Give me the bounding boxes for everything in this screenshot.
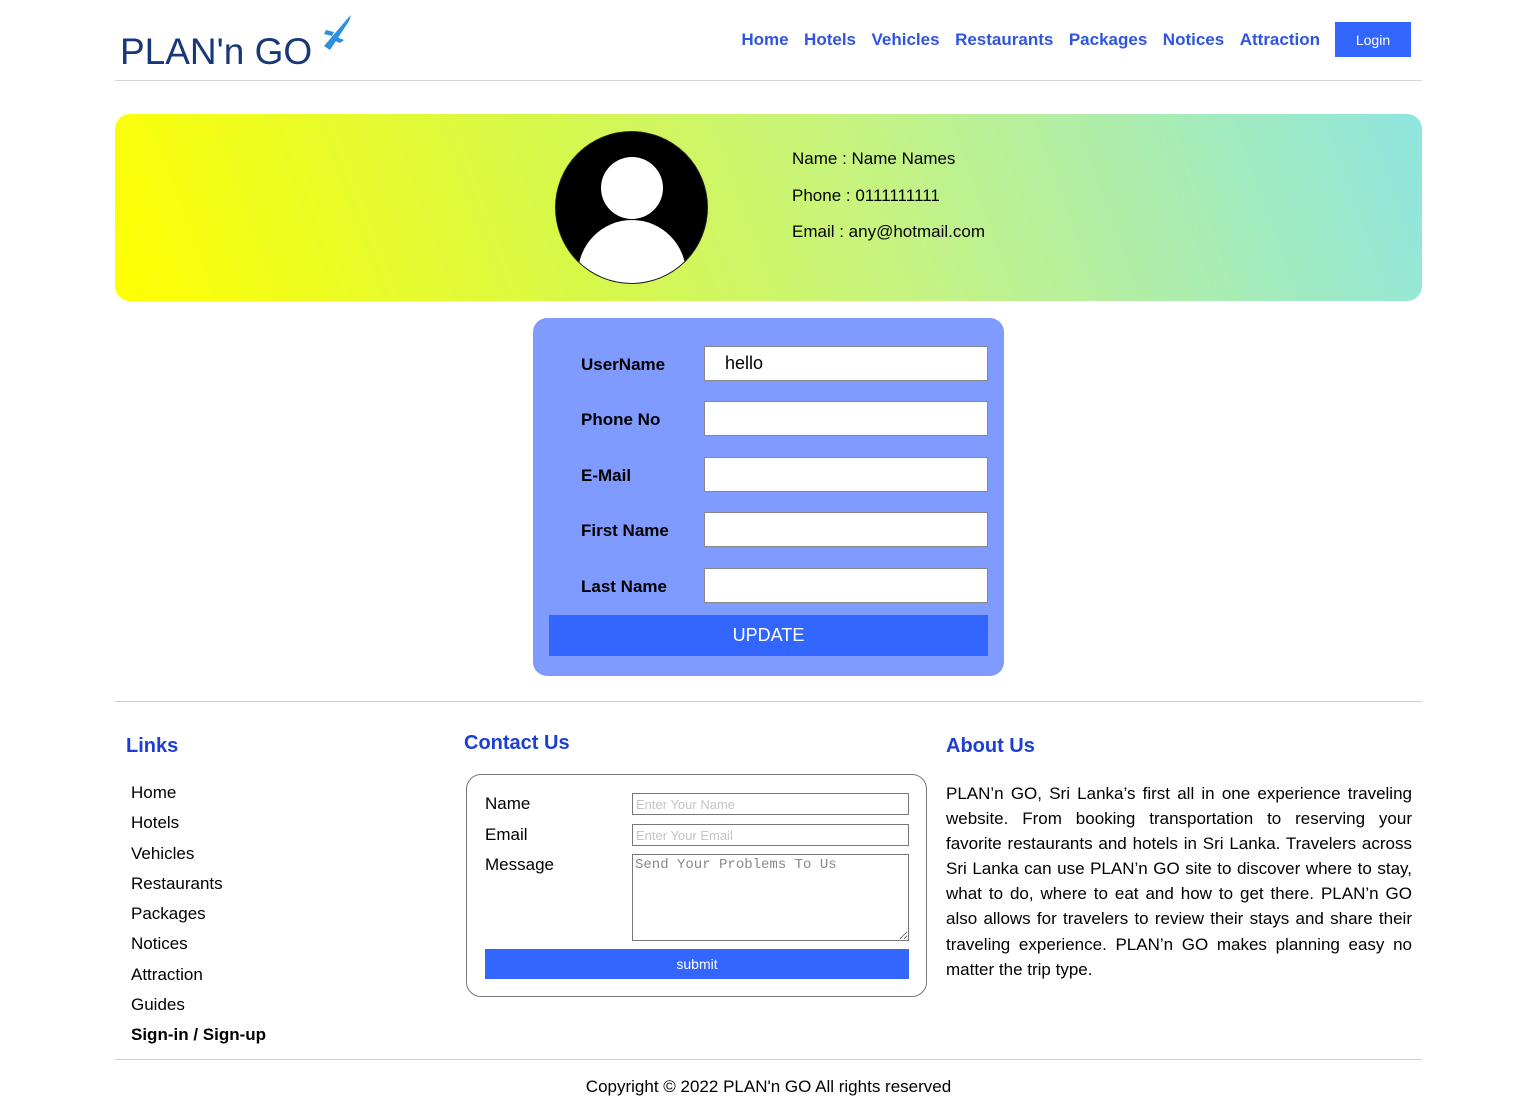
last-name-row: Last Name [533, 568, 1004, 604]
footer-link-packages[interactable]: Packages [131, 904, 266, 934]
contact-submit-button[interactable]: submit [485, 949, 909, 979]
profile-banner: Name : Name Names Phone : 0111111111 Ema… [115, 114, 1422, 301]
nav-notices[interactable]: Notices [1163, 30, 1224, 50]
nav-home[interactable]: Home [741, 30, 788, 50]
footer-links: Home Hotels Vehicles Restaurants Package… [131, 783, 266, 1056]
avatar [555, 131, 708, 284]
plan-n-go-logo[interactable]: PLAN'n GO [120, 12, 355, 72]
about-text: PLAN’n GO, Sri Lanka’s first all in one … [946, 784, 1412, 979]
update-button[interactable]: UPDATE [549, 615, 988, 656]
main-nav: Home Hotels Vehicles Restaurants Package… [741, 22, 1411, 57]
contact-name-input[interactable] [632, 793, 909, 815]
contact-name-label: Name [485, 794, 531, 813]
email-input[interactable] [704, 457, 988, 492]
first-name-row: First Name [533, 512, 1004, 548]
nav-vehicles[interactable]: Vehicles [872, 30, 940, 50]
contact-message-label: Message [485, 855, 554, 874]
user-icon-head [601, 157, 663, 219]
phone-row: Phone No [533, 401, 1004, 437]
footer-link-attraction[interactable]: Attraction [131, 965, 266, 995]
footer-link-guides[interactable]: Guides [131, 995, 266, 1025]
about-title: About Us [946, 735, 1035, 757]
contact-title: Contact Us [464, 732, 570, 754]
contact-message-textarea[interactable] [632, 854, 909, 941]
first-name-input[interactable] [704, 512, 988, 547]
update-profile-form: UserName Phone No E-Mail First Name Last… [533, 318, 1004, 676]
copyright: Copyright © 2022 PLAN'n GO All rights re… [585, 1077, 952, 1096]
email-row: E-Mail [533, 457, 1004, 493]
footer-link-notices[interactable]: Notices [131, 934, 266, 964]
footer-divider [115, 1059, 1422, 1060]
links-title: Links [126, 735, 179, 757]
contact-email-input[interactable] [632, 824, 909, 846]
phone-label: Phone No [581, 410, 661, 429]
username-input[interactable] [704, 346, 988, 381]
username-row: UserName [533, 346, 1004, 382]
logo-text: PLAN'n GO [120, 31, 312, 72]
email-label: E-Mail [581, 466, 632, 485]
footer-link-home[interactable]: Home [131, 783, 266, 813]
nav-attraction[interactable]: Attraction [1240, 30, 1320, 50]
footer-link-hotels[interactable]: Hotels [131, 813, 266, 843]
site-header: PLAN'n GO Home Hotels Vehicles Restauran… [115, 0, 1422, 81]
nav-packages[interactable]: Packages [1069, 30, 1147, 50]
phone-input[interactable] [704, 401, 988, 436]
profile-email: Email : any@hotmail.com [792, 222, 985, 241]
profile-info: Name : Name Names Phone : 0111111111 Ema… [792, 149, 985, 259]
user-icon-body [578, 220, 686, 283]
section-divider [115, 701, 1422, 702]
profile-phone: Phone : 0111111111 [792, 185, 940, 205]
nav-hotels[interactable]: Hotels [804, 30, 856, 50]
nav-restaurants[interactable]: Restaurants [955, 30, 1053, 50]
login-button[interactable]: Login [1335, 22, 1411, 57]
footer-link-restaurants[interactable]: Restaurants [131, 874, 266, 904]
last-name-label: Last Name [581, 577, 667, 596]
username-label: UserName [581, 355, 666, 374]
profile-name: Name : Name Names [792, 149, 956, 168]
last-name-input[interactable] [704, 568, 988, 603]
contact-form: Name Email Message submit [466, 774, 927, 997]
first-name-label: First Name [581, 521, 669, 540]
footer-link-sign-in[interactable]: Sign-in / Sign-up [131, 1025, 266, 1055]
contact-email-label: Email [485, 825, 528, 844]
footer-link-vehicles[interactable]: Vehicles [131, 844, 266, 874]
